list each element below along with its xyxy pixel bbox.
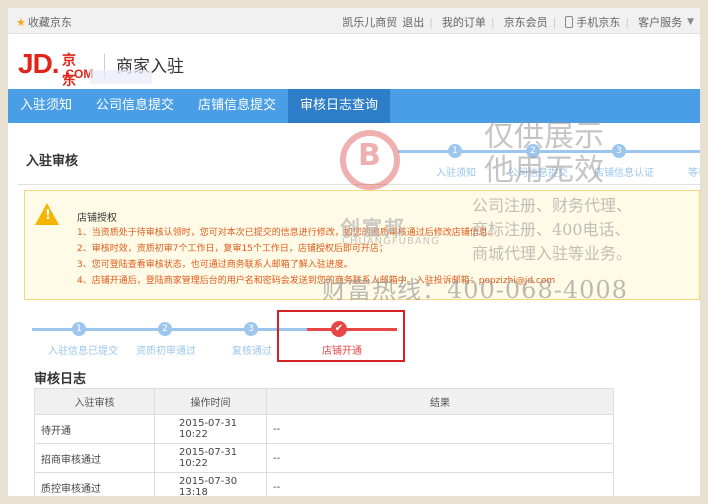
table-cell: 招商审核通过 bbox=[34, 443, 155, 473]
phone-icon bbox=[565, 16, 574, 28]
logout-link[interactable]: 退出 bbox=[402, 14, 424, 30]
top-links: 凯乐儿商贸 退出 | 我的订单 | 京东会员 | 手机京东 | 客户服务 ▼ bbox=[337, 14, 694, 30]
favorite-link[interactable]: ★ 收藏京东 bbox=[16, 14, 72, 30]
table-cell: 2015-07-31 10:22 bbox=[154, 414, 267, 444]
my-orders-link[interactable]: 我的订单 bbox=[442, 14, 486, 30]
tab-notice[interactable]: 入驻须知 bbox=[8, 89, 84, 123]
mobile-jd-link[interactable]: 手机京东 bbox=[576, 14, 620, 30]
tab-audit-log[interactable]: 审核日志查询 bbox=[288, 89, 391, 123]
top-bar: ★ 收藏京东 凯乐儿商贸 退出 | 我的订单 | 京东会员 | 手机京东 | 客户… bbox=[8, 8, 700, 34]
step-circle: 3 bbox=[244, 322, 258, 336]
logo-highlight bbox=[90, 70, 152, 84]
table-row: 质控审核通过 2015-07-30 13:18 -- bbox=[34, 472, 614, 496]
table-cell: 待开通 bbox=[34, 414, 155, 444]
column-header: 结果 bbox=[266, 388, 614, 415]
table-cell: 2015-07-31 10:22 bbox=[154, 443, 267, 473]
divider bbox=[18, 184, 700, 185]
current-step-highlight bbox=[277, 310, 405, 362]
step-circle: 1 bbox=[448, 144, 462, 158]
page-frame: ★ 收藏京东 凯乐儿商贸 退出 | 我的订单 | 京东会员 | 手机京东 | 客户… bbox=[8, 8, 700, 496]
notice-list: 1、当资质处于待审核认领时，您可对本次已提交的信息进行修改，如您的资质审核通过后… bbox=[77, 225, 637, 289]
table-cell: -- bbox=[266, 414, 614, 444]
notice-item: 2、审核时效，资质初审7个工作日，复审15个工作日，店铺授权后即可开店； bbox=[77, 244, 388, 254]
divider: | bbox=[552, 15, 557, 29]
step-label: 入驻信息已提交 bbox=[48, 346, 118, 357]
table-cell: 2015-07-30 13:18 bbox=[154, 472, 267, 496]
user-name-link[interactable]: 凯乐儿商贸 bbox=[342, 14, 397, 30]
top-progress: 1 入驻须知 2 公司信息提交 3 店铺信息认证 等待 bbox=[398, 144, 700, 184]
step-circle: 3 bbox=[612, 144, 626, 158]
column-header: 操作时间 bbox=[154, 388, 267, 415]
exclamation-icon: ! bbox=[45, 208, 51, 223]
step-circle: 1 bbox=[72, 322, 86, 336]
chevron-down-icon: ▼ bbox=[687, 17, 694, 27]
step-label: 等待 bbox=[688, 168, 700, 179]
table-row: 招商审核通过 2015-07-31 10:22 -- bbox=[34, 443, 614, 473]
step-label: 入驻须知 bbox=[436, 168, 476, 179]
divider: | bbox=[490, 15, 495, 29]
log-title: 审核日志 bbox=[34, 372, 87, 387]
step-circle: 2 bbox=[526, 144, 540, 158]
table-cell: -- bbox=[266, 443, 614, 473]
notice-item: 3、您可登陆查看审核状态，也可通过商务联系人邮箱了解入驻进度。 bbox=[77, 260, 353, 270]
step-label: 复核通过 bbox=[232, 346, 272, 357]
jd-logo[interactable]: JD. 京东 .COM bbox=[18, 48, 93, 88]
main-content: 入驻审核 1 入驻须知 2 公司信息提交 3 店铺信息认证 等待 ! 店铺授权 … bbox=[18, 124, 700, 496]
notice-title: 店铺授权 bbox=[77, 213, 117, 224]
panel-title: 入驻审核 bbox=[26, 154, 79, 169]
divider: | bbox=[625, 15, 630, 29]
table-row: 待开通 2015-07-31 10:22 -- bbox=[34, 414, 614, 444]
customer-service-link[interactable]: 客户服务 bbox=[638, 14, 682, 30]
table-cell: -- bbox=[266, 472, 614, 496]
star-icon: ★ bbox=[16, 16, 26, 29]
tab-company-info[interactable]: 公司信息提交 bbox=[84, 89, 186, 123]
audit-log-table: 入驻审核 操作时间 结果 待开通 2015-07-31 10:22 -- 招商审… bbox=[34, 388, 614, 496]
step-label: 公司信息提交 bbox=[508, 168, 568, 179]
divider: | bbox=[429, 15, 433, 29]
step-label: 店铺信息认证 bbox=[594, 168, 654, 179]
main-nav: 入驻须知 公司信息提交 店铺信息提交 审核日志查询 bbox=[8, 89, 700, 123]
tab-store-info[interactable]: 店铺信息提交 bbox=[186, 89, 288, 123]
notice-item: 1、当资质处于待审核认领时，您可对本次已提交的信息进行修改，如您的资质审核通过后… bbox=[77, 228, 497, 238]
table-cell: 质控审核通过 bbox=[34, 472, 155, 496]
step-label: 资质初审通过 bbox=[136, 346, 196, 357]
member-link[interactable]: 京东会员 bbox=[504, 14, 548, 30]
step-circle: 2 bbox=[158, 322, 172, 336]
notice-box: ! 店铺授权 1、当资质处于待审核认领时，您可对本次已提交的信息进行修改，如您的… bbox=[24, 190, 700, 300]
column-header: 入驻审核 bbox=[34, 388, 155, 415]
notice-item: 4、店铺开通后，登陆商家管理后台的用户名和密码会发送到您的商务联系人邮箱中。入驻… bbox=[77, 276, 556, 286]
progress-line bbox=[398, 150, 700, 153]
